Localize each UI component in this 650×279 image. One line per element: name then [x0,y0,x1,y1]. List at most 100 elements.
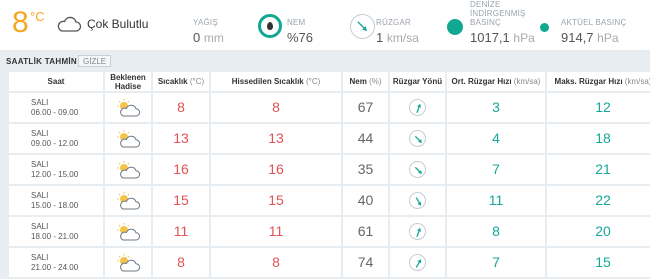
temp-value: 13 [173,129,189,146]
table-row: SALI 15.00 - 18.00 15 15 40 11 22 [9,186,650,215]
col-header-avg-wind: Ort. Rüzgar Hızı (km/sa) [447,72,545,91]
time-cell: SALI 15.00 - 18.00 [9,186,103,215]
max-wind-value: 18 [595,129,611,146]
humidity-label: NEM [287,18,306,27]
partly-cloudy-icon [105,160,151,180]
humidity-cell: 35 [343,155,388,184]
max-wind-value: 15 [595,253,611,270]
col-header-temp-label: Sıcaklık [157,77,188,86]
max-wind-value: 21 [595,160,611,177]
time-range: 06.00 - 09.00 [31,107,79,117]
humidity-value: 40 [357,191,374,208]
max-wind-cell: 22 [547,186,650,215]
col-header-max-wind: Maks. Rüzgar Hızı (km/sa) [547,72,650,91]
max-wind-value: 20 [595,222,611,239]
feels-cell: 8 [211,248,341,277]
temp-value: 8 [177,98,185,115]
wind-direction-icon [409,98,426,116]
actual-pressure-value: 914,7 hPa [561,30,619,45]
time-range: 15.00 - 18.00 [31,200,79,210]
humidity-value: %76 [287,30,314,45]
temperature-unit: °C [30,9,45,24]
max-wind-cell: 21 [547,155,650,184]
humidity-cell: 61 [343,217,388,246]
expected-weather-cell [105,186,151,215]
table-row: SALI 12.00 - 15.00 16 16 35 7 21 [9,155,650,184]
time-range: 18.00 - 21.00 [31,231,79,241]
wind-direction-icon [409,129,426,147]
max-wind-cell: 20 [547,217,650,246]
avg-wind-value: 11 [488,191,504,208]
max-wind-cell: 15 [547,248,650,277]
time-cell: SALI 21.00 - 24.00 [9,248,103,277]
current-temperature: 8 °C [12,6,45,40]
col-header-feels-unit: (°C) [305,77,321,86]
expected-weather-cell [105,155,151,184]
wind-dir-cell [390,93,445,122]
col-header-wind-dir: Rüzgar Yönü [390,72,445,91]
humidity-value: 67 [357,98,374,115]
temp-value: 11 [173,222,189,239]
feels-value: 16 [268,160,284,177]
col-header-avg-wind-label: Ort. Rüzgar Hızı [451,77,512,86]
temp-cell: 8 [153,93,209,122]
time-cell: SALI 12.00 - 15.00 [9,155,103,184]
sea-pressure-number: 1017,1 [470,30,510,45]
col-header-feels: Hissedilen Sıcaklık (°C) [211,72,341,91]
table-row: SALI 06.00 - 09.00 8 8 67 3 12 [9,93,650,122]
feels-cell: 11 [211,217,341,246]
time-range: 09.00 - 12.00 [31,138,79,148]
col-header-temp: Sıcaklık (°C) [153,72,209,91]
wind-label: RÜZGAR [376,18,411,27]
expected-weather-cell [105,248,151,277]
col-header-humidity-label: Nem [349,77,367,86]
feels-cell: 16 [211,155,341,184]
feels-value: 8 [272,253,280,270]
wind-dir-cell [390,248,445,277]
max-wind-value: 22 [595,191,611,208]
temp-value: 16 [173,160,189,177]
wind-direction-icon [409,191,426,209]
sea-pressure-unit: hPa [513,31,535,45]
col-header-expected-line1: Beklenen [110,72,146,82]
humidity-value: 44 [357,129,374,146]
time-cell: SALI 09.00 - 12.00 [9,124,103,153]
day-label: SALI [31,159,49,169]
col-header-expected: Beklenen Hadise [105,72,151,91]
sea-pressure-dot-icon [447,19,463,35]
condition-text: Çok Bulutlu [87,17,149,31]
partly-cloudy-icon [105,191,151,211]
actual-pressure-number: 914,7 [561,30,594,45]
time-cell: SALI 18.00 - 21.00 [9,217,103,246]
avg-wind-cell: 7 [447,248,545,277]
precip-label: YAĞIŞ [193,18,218,27]
expected-weather-cell [105,93,151,122]
partly-cloudy-icon [105,129,151,149]
humidity-value: 74 [357,253,374,270]
actual-pressure-label: AKTÜEL BASINÇ [561,18,627,27]
feels-value: 8 [272,98,280,115]
temp-value: 8 [177,253,185,270]
avg-wind-value: 3 [492,98,500,115]
avg-wind-value: 8 [492,222,500,239]
humidity-cell: 40 [343,186,388,215]
col-header-feels-label: Hissedilen Sıcaklık [231,77,304,86]
actual-pressure-unit: hPa [597,31,619,45]
time-range: 21.00 - 24.00 [31,262,79,272]
humidity-cell: 44 [343,124,388,153]
partly-cloudy-icon [105,98,151,118]
hide-toggle-button[interactable]: GİZLE [78,55,112,67]
avg-wind-value: 7 [492,160,500,177]
hourly-forecast-title: SAATLİK TAHMİN [6,57,78,66]
table-row: SALI 09.00 - 12.00 13 13 44 4 18 [9,124,650,153]
temp-cell: 8 [153,248,209,277]
expected-weather-cell [105,124,151,153]
precip-value: 0 mm [193,30,224,45]
day-label: SALI [31,190,49,200]
humidity-value: 61 [357,222,374,239]
sea-pressure-label-1: DENİZE [470,0,501,9]
expected-weather-cell [105,217,151,246]
temp-cell: 13 [153,124,209,153]
feels-cell: 13 [211,124,341,153]
avg-wind-value: 4 [492,129,500,146]
